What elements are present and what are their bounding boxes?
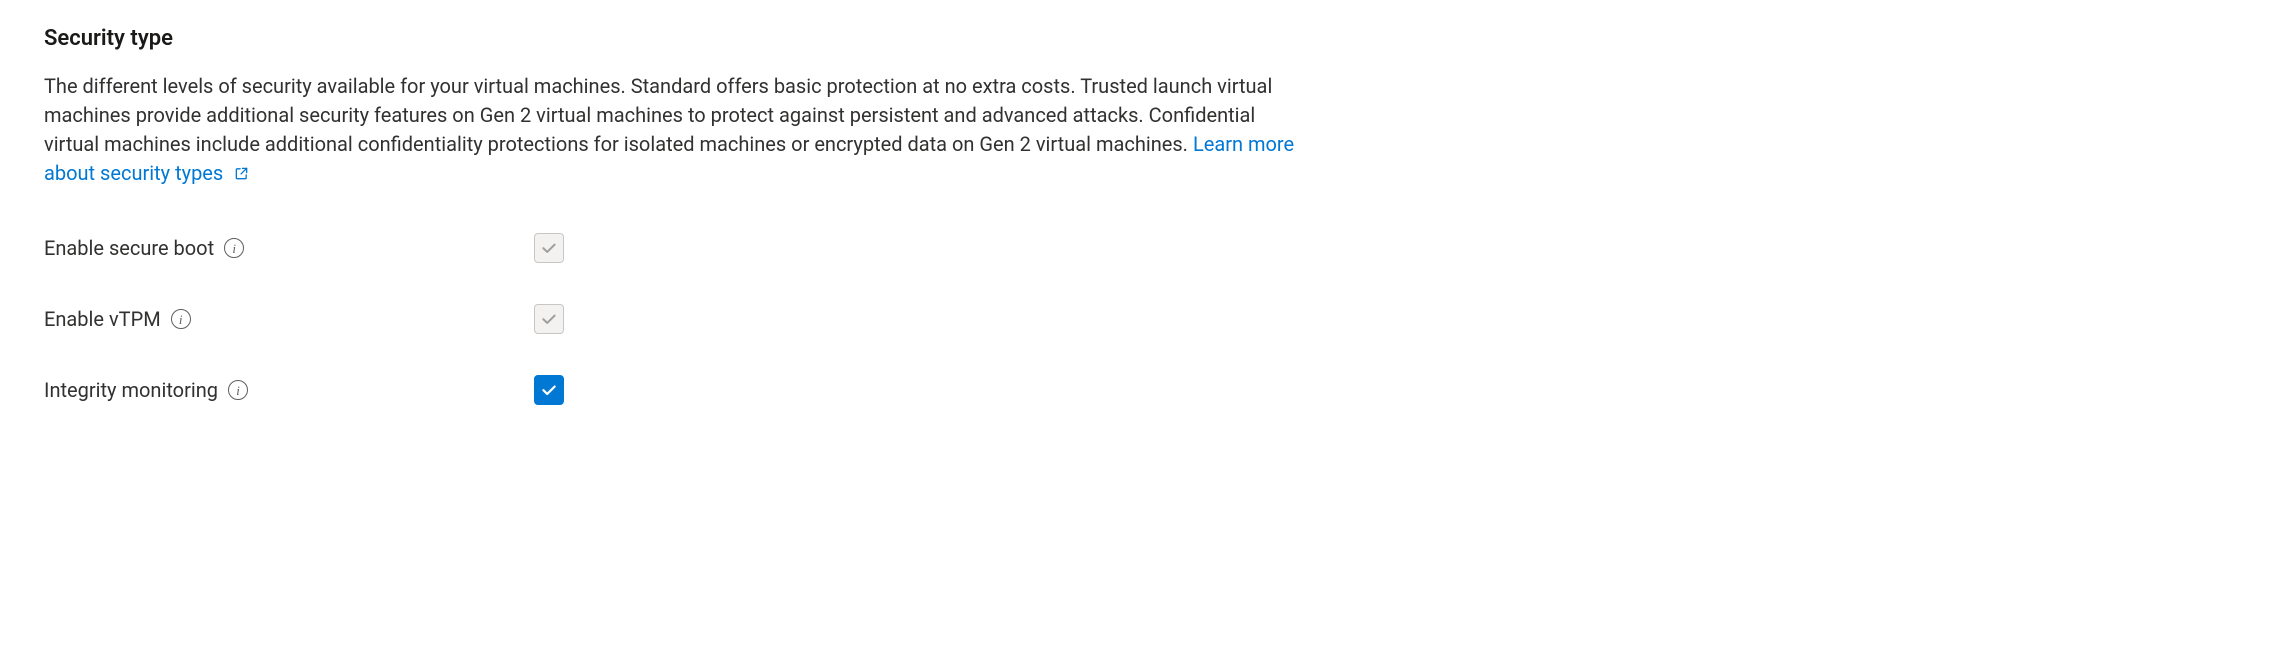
section-description: The different levels of security availab…: [44, 72, 1304, 189]
vtpm-control: [534, 304, 564, 335]
info-icon[interactable]: i: [224, 238, 244, 258]
info-icon[interactable]: i: [228, 380, 248, 400]
vtpm-label: Enable vTPM: [44, 306, 161, 333]
secure-boot-checkbox: [534, 233, 564, 263]
description-text: The different levels of security availab…: [44, 74, 1272, 156]
secure-boot-label-col: Enable secure boot i: [44, 235, 534, 262]
vtpm-row: Enable vTPM i: [44, 304, 2244, 335]
integrity-row: Integrity monitoring i: [44, 375, 2244, 406]
integrity-checkbox[interactable]: [534, 375, 564, 405]
vtpm-checkbox: [534, 304, 564, 334]
integrity-label: Integrity monitoring: [44, 377, 218, 404]
secure-boot-label: Enable secure boot: [44, 235, 214, 262]
secure-boot-row: Enable secure boot i: [44, 233, 2244, 264]
info-icon[interactable]: i: [171, 309, 191, 329]
integrity-control: [534, 375, 564, 406]
external-link-icon: [234, 160, 249, 189]
integrity-label-col: Integrity monitoring i: [44, 377, 534, 404]
section-title: Security type: [44, 24, 2244, 54]
secure-boot-control: [534, 233, 564, 264]
vtpm-label-col: Enable vTPM i: [44, 306, 534, 333]
